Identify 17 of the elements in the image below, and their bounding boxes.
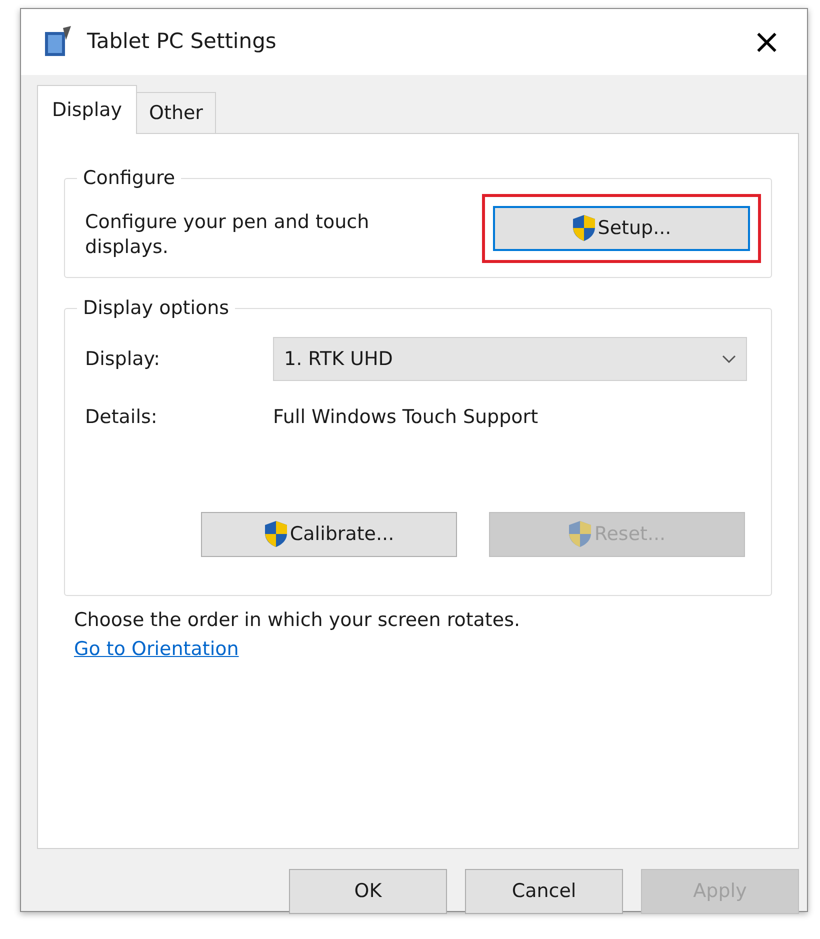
dialog-button[interactable]: OK	[289, 869, 447, 914]
window-title: Tablet PC Settings	[87, 28, 276, 56]
calibrate-button[interactable]: Calibrate...	[201, 512, 457, 556]
description-text: Configure your pen and touch displays.	[85, 210, 370, 260]
details-value: Full Windows Touch Support	[273, 405, 538, 430]
tablet-pen-icon	[43, 26, 73, 58]
close-button[interactable]: ×	[748, 25, 785, 59]
field-label: Display:	[85, 346, 162, 372]
dialog-button[interactable]: Cancel	[465, 869, 623, 914]
tab[interactable]: Display	[37, 84, 138, 134]
chevron-down-icon	[722, 355, 736, 363]
field-label: Details:	[85, 405, 158, 430]
instruction-text: Choose the order in which your screen rotates.	[74, 608, 522, 633]
setup-button[interactable]: Setup...	[493, 206, 750, 250]
display-dropdown[interactable]: 1. RTK UHD	[273, 337, 747, 381]
orientation-link[interactable]: Go to Orientation	[74, 638, 239, 660]
tab[interactable]: Other	[136, 92, 216, 133]
